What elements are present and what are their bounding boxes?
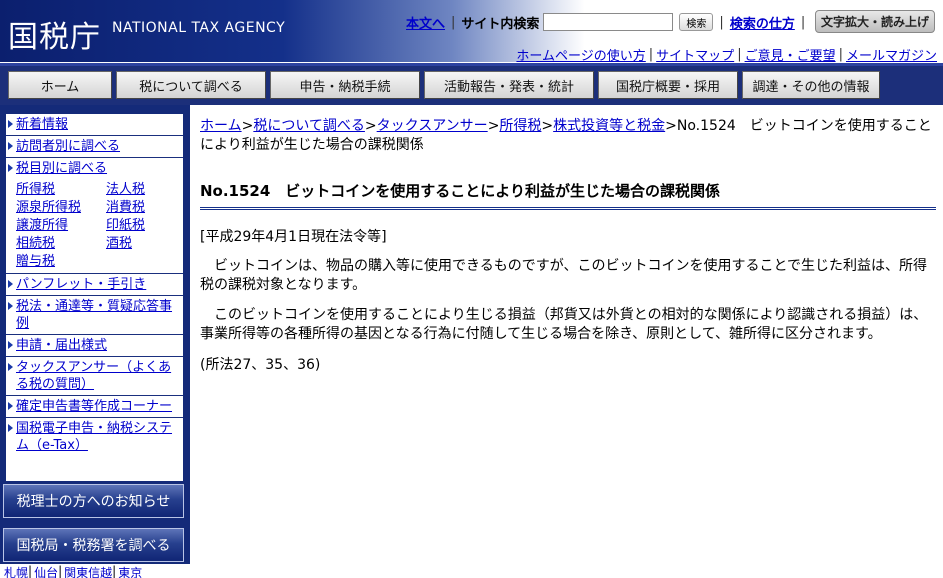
tax-link-corporate[interactable]: 法人税 <box>106 181 186 199</box>
nav-procurement-other[interactable]: 調達・その他の情報 <box>742 71 880 99</box>
tax-accountant-notice-banner[interactable]: 税理士の方へのお知らせ <box>3 484 184 518</box>
font-size-and-read-aloud-button[interactable]: 文字拡大・読み上げ <box>815 10 935 33</box>
law-reference: (所法27、35、36) <box>200 357 321 373</box>
triangle-bullet-icon <box>8 341 13 349</box>
utility-bar: 本文へ | サイト内検索 検索 | 検索の仕方 | <box>406 12 811 32</box>
global-navigation: ホーム 税について調べる 申告・納税手続 活動報告・発表・統計 国税庁概要・採用… <box>0 63 943 105</box>
tax-link-liquor[interactable]: 酒税 <box>106 235 186 253</box>
region-link[interactable]: 関東信越 <box>64 564 112 578</box>
how-to-use-link[interactable]: ホームページの使い方 <box>516 45 645 64</box>
sidebar-item-forms[interactable]: 申請・届出様式 <box>6 335 183 357</box>
nav-agency-overview[interactable]: 国税庁概要・採用 <box>598 71 738 99</box>
breadcrumb-research-taxes[interactable]: 税について調べる <box>253 118 365 134</box>
sidebar-item-by-tax[interactable]: 税目別に調べる <box>6 158 183 179</box>
sidebar-item-filing-corner[interactable]: 確定申告書等作成コーナー <box>6 396 183 418</box>
nav-research-taxes[interactable]: 税について調べる <box>116 71 266 99</box>
tax-category-grid: 所得税 法人税 源泉所得税 消費税 譲渡所得 印紙税 相続税 酒税 贈与税 <box>6 179 183 274</box>
tax-link-inheritance[interactable]: 相続税 <box>16 235 106 253</box>
sidebar-item-pamphlets[interactable]: パンフレット・手引き <box>6 274 183 296</box>
separator: | <box>451 14 456 30</box>
tax-link-consumption[interactable]: 消費税 <box>106 199 186 217</box>
find-tax-office-banner[interactable]: 国税局・税務署を調べる <box>3 528 184 562</box>
mail-magazine-link[interactable]: メールマガジン <box>846 45 937 64</box>
sidebar-menu: 新着情報 訪問者別に調べる 税目別に調べる 所得税 法人税 源泉所得税 消費税 … <box>6 114 183 481</box>
search-button[interactable]: 検索 <box>679 13 714 31</box>
tax-link-transfer-income[interactable]: 譲渡所得 <box>16 217 106 235</box>
tax-link-income[interactable]: 所得税 <box>16 181 106 199</box>
sub-links: ホームページの使い方 | サイトマップ | ご意見・ご要望 | メールマガジン <box>516 45 937 64</box>
page-title: No.1524 ビットコインを使用することにより利益が生じた場合の課税関係 <box>200 180 936 210</box>
triangle-bullet-icon <box>8 302 13 310</box>
logo-english: NATIONAL TAX AGENCY <box>112 20 286 36</box>
sidebar: 新着情報 訪問者別に調べる 税目別に調べる 所得税 法人税 源泉所得税 消費税 … <box>0 105 190 578</box>
site-header: 国税庁 NATIONAL TAX AGENCY 本文へ | サイト内検索 検索 … <box>0 0 943 64</box>
breadcrumb-stock-investment[interactable]: 株式投資等と税金 <box>553 118 665 134</box>
triangle-bullet-icon <box>8 164 13 172</box>
triangle-bullet-icon <box>8 280 13 288</box>
triangle-bullet-icon <box>8 363 13 371</box>
nav-home[interactable]: ホーム <box>8 71 112 99</box>
tax-link-gift[interactable]: 贈与税 <box>16 253 106 271</box>
logo-japanese[interactable]: 国税庁 <box>8 12 101 56</box>
breadcrumb-income-tax[interactable]: 所得税 <box>499 118 541 134</box>
search-help-link[interactable]: 検索の仕方 <box>730 13 795 32</box>
triangle-bullet-icon <box>8 142 13 150</box>
breadcrumb-home[interactable]: ホーム <box>200 118 242 134</box>
triangle-bullet-icon <box>8 120 13 128</box>
sidebar-item-news[interactable]: 新着情報 <box>6 114 183 136</box>
breadcrumb: ホーム>税について調べる>タックスアンサー>所得税>株式投資等と税金>No.15… <box>200 118 932 153</box>
breadcrumb-tax-answer[interactable]: タックスアンサー <box>377 118 488 134</box>
region-link[interactable]: 札幌 <box>4 564 28 578</box>
site-search-input[interactable] <box>543 13 674 31</box>
sidebar-item-tax-law[interactable]: 税法・通達等・質疑応答事例 <box>6 296 183 335</box>
sitemap-link[interactable]: サイトマップ <box>656 45 734 64</box>
sidebar-item-by-visitor[interactable]: 訪問者別に調べる <box>6 136 183 158</box>
regional-bureau-links: 札幌 | 仙台 | 関東信越 | 東京 <box>0 564 190 578</box>
body-paragraph-1: ビットコインは、物品の購入等に使用できるものですが、このビットコインを使用するこ… <box>200 258 928 293</box>
separator: | <box>800 14 806 30</box>
triangle-bullet-icon <box>8 424 13 432</box>
sidebar-item-tax-answer[interactable]: タックスアンサー（よくある税の質問） <box>6 357 183 396</box>
separator: | <box>719 14 724 30</box>
tax-link-withholding[interactable]: 源泉所得税 <box>16 199 106 217</box>
region-link[interactable]: 仙台 <box>34 564 58 578</box>
sidebar-item-etax[interactable]: 国税電子申告・納税システム（e-Tax） <box>6 418 183 456</box>
site-search-label: サイト内検索 <box>461 16 540 32</box>
nav-filing-payment[interactable]: 申告・納税手続 <box>270 71 420 99</box>
region-link[interactable]: 東京 <box>118 564 142 578</box>
main-content: ホーム>税について調べる>タックスアンサー>所得税>株式投資等と税金>No.15… <box>200 117 936 374</box>
law-date: [平成29年4月1日現在法令等] <box>200 229 387 245</box>
feedback-link[interactable]: ご意見・ご要望 <box>745 45 836 64</box>
tax-link-stamp[interactable]: 印紙税 <box>106 217 186 235</box>
triangle-bullet-icon <box>8 402 13 410</box>
nav-reports-statistics[interactable]: 活動報告・発表・統計 <box>424 71 594 99</box>
skip-to-content-link[interactable]: 本文へ <box>406 13 445 32</box>
body-paragraph-2: このビットコインを使用することにより生じる損益（邦貨又は外貨との相対的な関係によ… <box>200 307 928 342</box>
